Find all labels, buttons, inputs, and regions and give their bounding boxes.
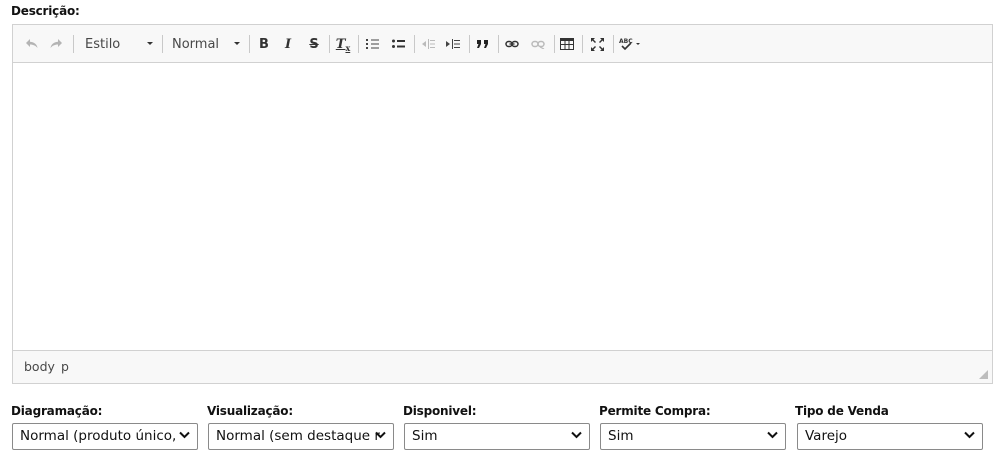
remove-format-button[interactable]: Tx [334, 34, 352, 54]
permite-compra-value: Sim [608, 428, 634, 444]
format-dropdown[interactable]: Normal [172, 34, 240, 54]
table-icon[interactable] [558, 34, 576, 54]
tipo-venda-label: Tipo de Venda [795, 404, 889, 418]
toolbar-separator [414, 35, 415, 53]
link-icon[interactable] [503, 34, 521, 54]
bold-icon: B [259, 36, 269, 52]
chevron-down-icon [375, 431, 386, 439]
toolbar-separator [613, 35, 614, 53]
rich-text-editor: Estilo Normal B I S Tx ABC body p [12, 24, 993, 384]
outdent-icon[interactable] [419, 34, 437, 54]
toolbar-separator [469, 35, 470, 53]
element-path-body[interactable]: body [24, 359, 55, 374]
chevron-down-icon [179, 431, 190, 439]
style-dropdown-label: Estilo [85, 36, 121, 52]
blockquote-icon[interactable] [474, 34, 492, 54]
toolbar-separator [498, 35, 499, 53]
bold-button[interactable]: B [255, 34, 273, 54]
chevron-down-icon [964, 431, 975, 439]
editor-content-area[interactable] [13, 63, 992, 350]
chevron-down-icon [571, 431, 582, 439]
chevron-down-icon [147, 42, 153, 45]
visualizacao-select[interactable]: Normal (sem destaque r [208, 423, 394, 450]
italic-icon: I [284, 36, 292, 52]
diagramacao-value: Normal (produto único, [20, 428, 177, 444]
editor-statusbar: body p [13, 350, 992, 383]
toolbar-separator [73, 35, 74, 53]
diagramacao-label: Diagramação: [11, 404, 103, 418]
toolbar-separator [162, 35, 163, 53]
italic-button[interactable]: I [279, 34, 297, 54]
visualizacao-value: Normal (sem destaque r [216, 428, 380, 444]
editor-toolbar: Estilo Normal B I S Tx ABC [13, 25, 992, 63]
resize-handle[interactable] [979, 370, 988, 379]
tipo-venda-select[interactable]: Varejo [797, 423, 983, 450]
toolbar-separator [582, 35, 583, 53]
bulleted-list-icon[interactable] [390, 34, 408, 54]
indent-icon[interactable] [444, 34, 462, 54]
permite-compra-label: Permite Compra: [599, 404, 711, 418]
remove-format-sub: x [345, 43, 351, 53]
maximize-icon[interactable] [588, 34, 606, 54]
toolbar-separator [358, 35, 359, 53]
style-dropdown[interactable]: Estilo [85, 34, 153, 54]
disponivel-select[interactable]: Sim [404, 423, 590, 450]
tipo-venda-value: Varejo [805, 428, 848, 444]
unlink-icon[interactable] [529, 34, 547, 54]
toolbar-separator [249, 35, 250, 53]
chevron-down-icon [767, 431, 778, 439]
permite-compra-select[interactable]: Sim [600, 423, 786, 450]
disponivel-label: Disponivel: [403, 404, 477, 418]
visualizacao-label: Visualização: [207, 404, 293, 418]
chevron-down-icon [234, 42, 240, 45]
spellcheck-icon[interactable]: ABC [618, 34, 642, 54]
numbered-list-icon[interactable] [364, 34, 382, 54]
toolbar-separator [554, 35, 555, 53]
toolbar-separator [329, 35, 330, 53]
redo-icon[interactable] [47, 34, 65, 54]
description-label: Descrição: [11, 4, 80, 18]
diagramacao-select[interactable]: Normal (produto único, [12, 423, 198, 450]
remove-format-icon: T [335, 36, 346, 52]
strikethrough-icon: S [309, 36, 319, 52]
strikethrough-button[interactable]: S [305, 34, 323, 54]
format-dropdown-label: Normal [172, 36, 220, 52]
element-path-p[interactable]: p [61, 359, 69, 374]
undo-icon[interactable] [23, 34, 41, 54]
disponivel-value: Sim [412, 428, 438, 444]
